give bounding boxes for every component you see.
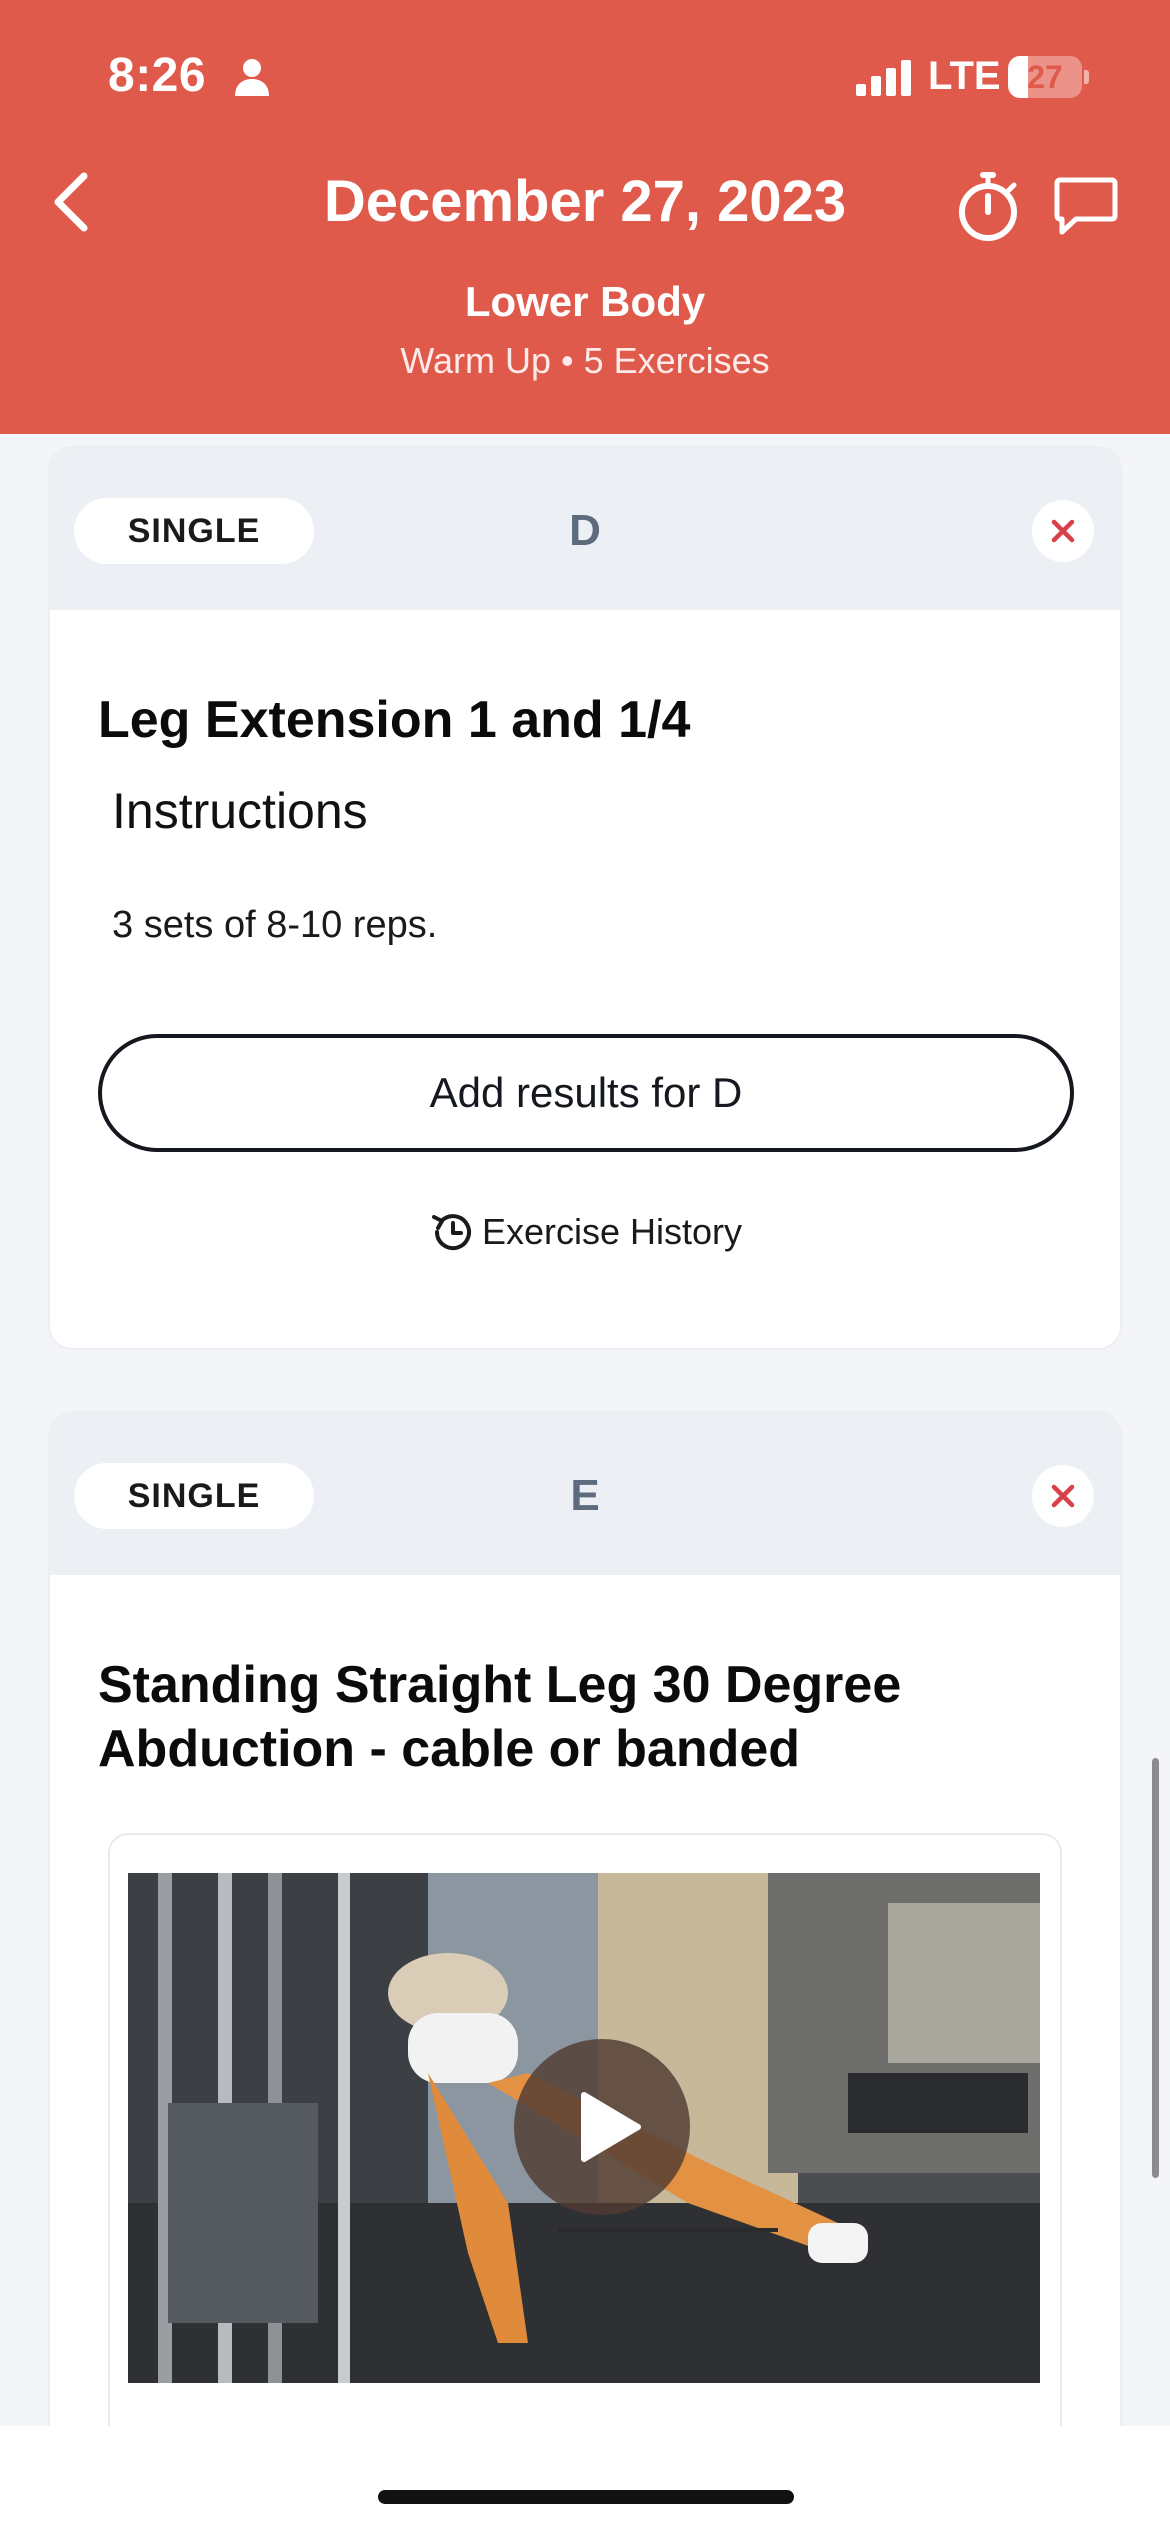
- card-header: SINGLE E: [50, 1413, 1120, 1575]
- remove-exercise-button[interactable]: [1032, 500, 1094, 562]
- bottom-safe-area: [0, 2426, 1170, 2532]
- instructions-text: 3 sets of 8-10 reps.: [112, 904, 438, 946]
- exercise-history-link[interactable]: Exercise History: [50, 1204, 1120, 1260]
- chevron-left-icon[interactable]: [44, 166, 100, 238]
- exercise-card-d: SINGLE D Leg Extension 1 and 1/4 Instruc…: [50, 448, 1120, 1348]
- exercise-card-e: SINGLE E Standing Straight Leg 30 Degree…: [50, 1413, 1120, 2532]
- history-icon: [431, 1214, 471, 1251]
- close-icon: [1051, 1484, 1075, 1508]
- chat-bubble-icon[interactable]: [1054, 176, 1118, 236]
- add-results-button[interactable]: Add results for D: [98, 1034, 1074, 1152]
- exercise-type-badge[interactable]: SINGLE: [74, 1463, 314, 1529]
- exercise-title: Leg Extension 1 and 1/4: [98, 691, 691, 749]
- instructions-heading: Instructions: [112, 783, 368, 839]
- status-time: 8:26: [108, 49, 207, 102]
- home-indicator[interactable]: [378, 2490, 794, 2504]
- page-title: December 27, 2023: [323, 169, 847, 234]
- exercise-title-line-2: Abduction - cable or banded: [98, 1720, 801, 1778]
- network-label: LTE: [928, 54, 1001, 98]
- remove-exercise-button[interactable]: [1032, 1465, 1094, 1527]
- person-icon: [235, 59, 269, 96]
- video-frame: [108, 1833, 1062, 2453]
- workout-meta: Warm Up • 5 Exercises: [400, 340, 770, 381]
- stopwatch-icon[interactable]: [956, 170, 1020, 242]
- battery-icon: 27: [1008, 56, 1089, 98]
- exercise-history-label: Exercise History: [481, 1211, 743, 1252]
- signal-icon: [856, 60, 911, 96]
- play-icon: [581, 2092, 641, 2162]
- exercise-title-line-1: Standing Straight Leg 30 Degree: [98, 1656, 902, 1714]
- workout-screen: 8:26 LTE 27 December 27, 2023 Lower Body…: [0, 0, 1170, 2532]
- exercise-video[interactable]: [128, 1873, 1040, 2383]
- card-header: SINGLE D: [50, 448, 1120, 610]
- battery-level: 27: [1027, 59, 1063, 95]
- header: 8:26 LTE 27 December 27, 2023 Lower Body…: [0, 0, 1170, 434]
- workout-name: Lower Body: [464, 278, 706, 325]
- scrollbar[interactable]: [1152, 1758, 1159, 2178]
- exercise-type-badge[interactable]: SINGLE: [74, 498, 314, 564]
- play-button[interactable]: [514, 2039, 690, 2215]
- close-icon: [1051, 519, 1075, 543]
